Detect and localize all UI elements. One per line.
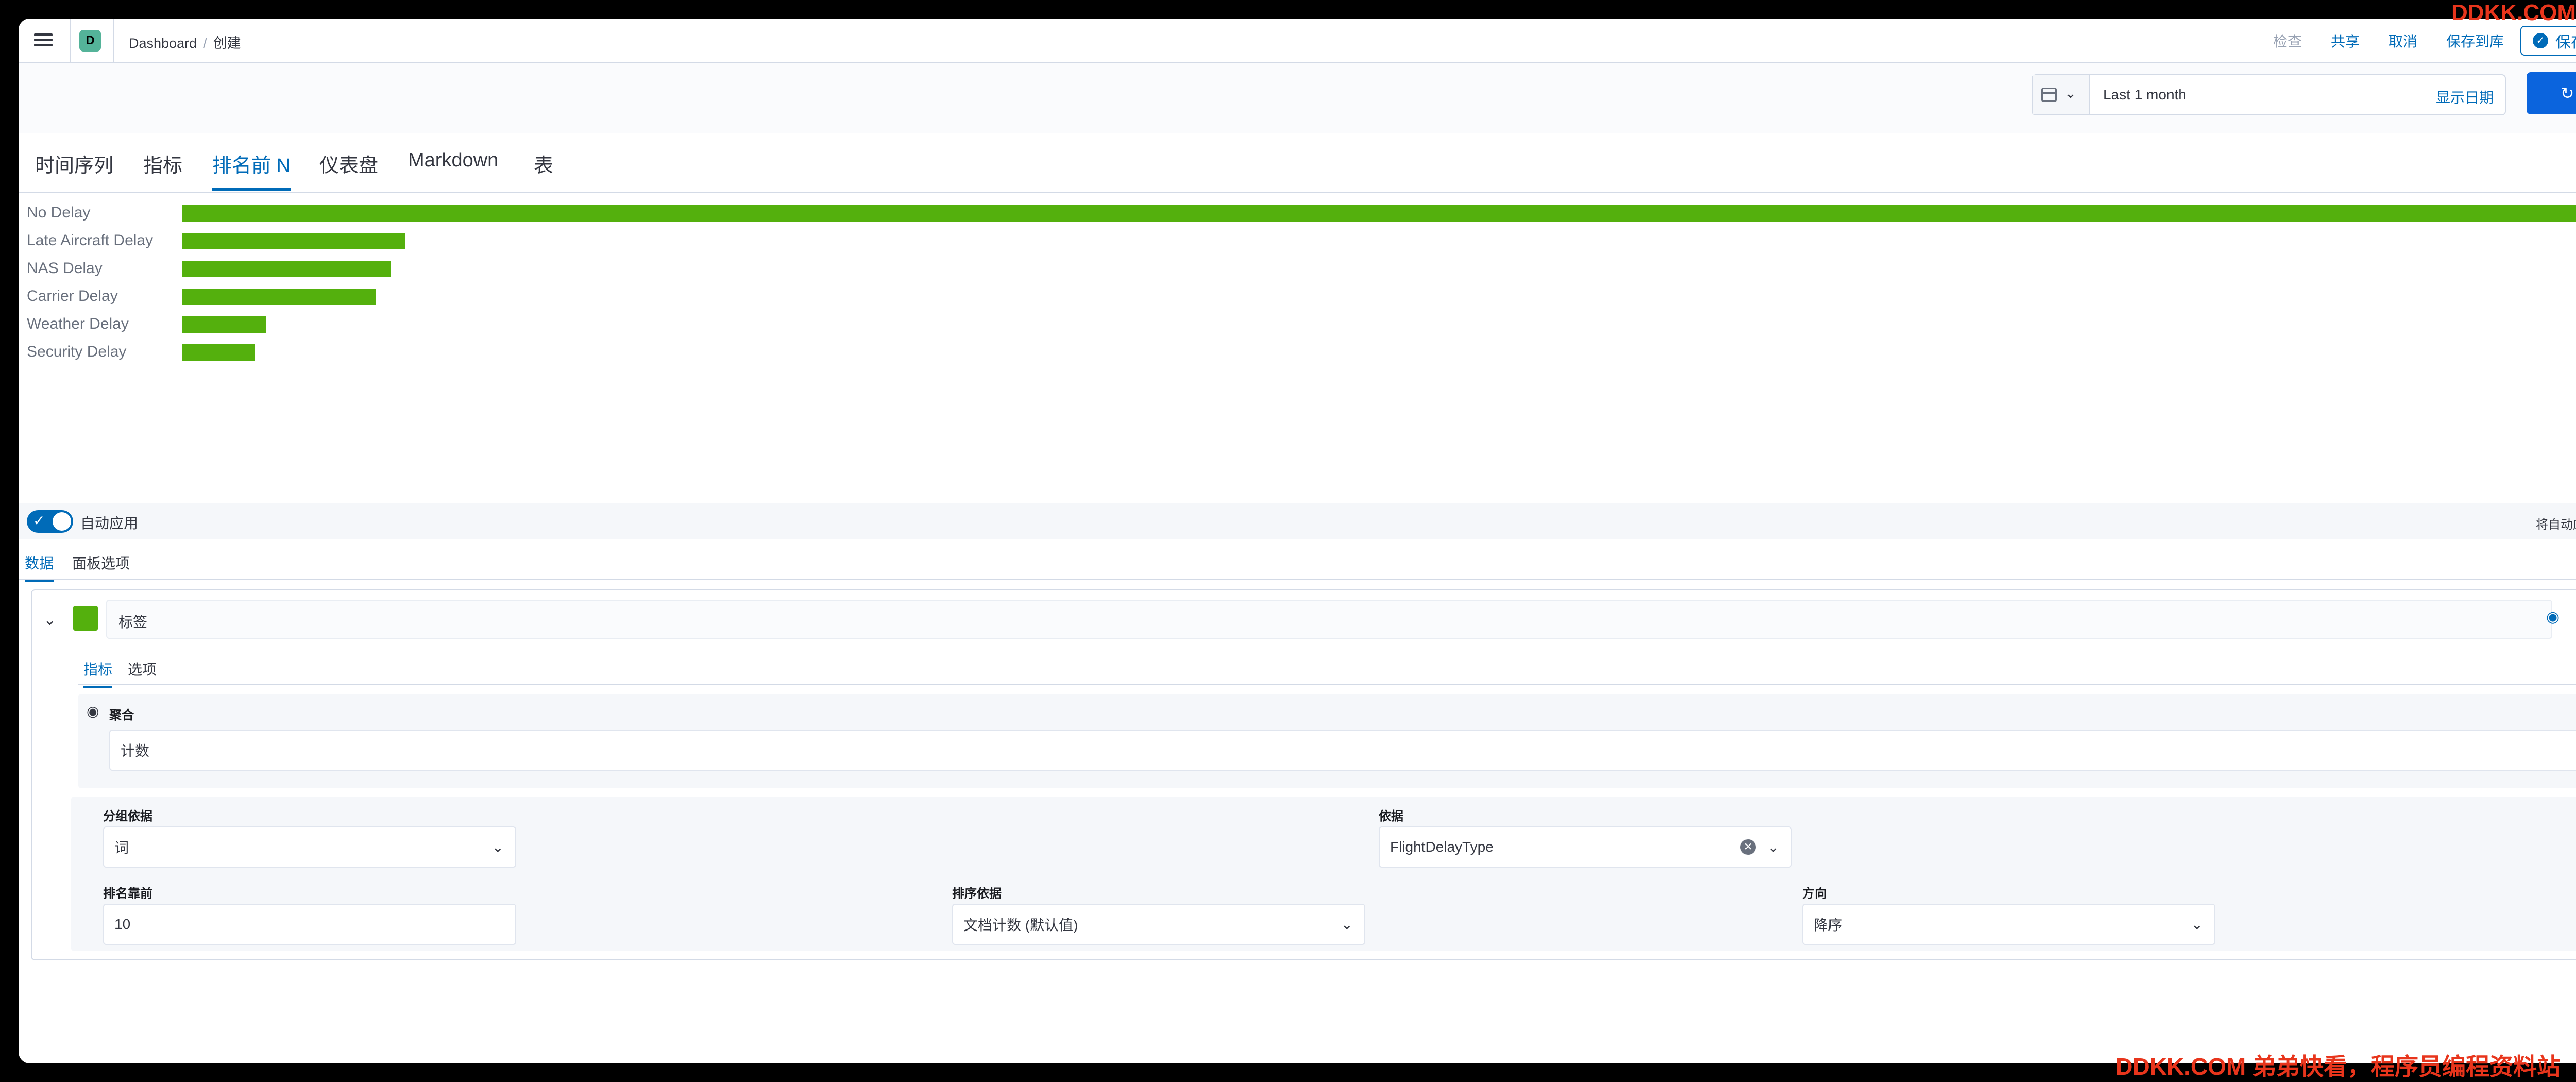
header-divider <box>70 19 71 63</box>
aggregation-select[interactable]: 计数 ⌄ <box>109 730 2576 771</box>
tab-markdown[interactable]: Markdown <box>408 149 498 182</box>
order-by-label: 排序依据 <box>952 887 1002 901</box>
bar-label: Late Aircraft Delay <box>27 232 154 249</box>
series-color-swatch[interactable] <box>73 606 98 631</box>
aggregation-label: 聚合 <box>109 708 134 722</box>
top-n-value: 10 <box>114 916 131 932</box>
aggregation-value: 计数 <box>121 743 150 759</box>
eye-icon[interactable]: ◉ <box>2543 608 2563 629</box>
direction-select[interactable]: 降序 ⌄ <box>1802 904 2215 945</box>
breadcrumb: Dashboard / 创建 <box>129 36 241 51</box>
check-icon: ✓ <box>2533 33 2548 48</box>
tab-metrics[interactable]: 指标 <box>83 658 113 688</box>
tab-top-n[interactable]: 排名前 N <box>212 149 291 191</box>
refresh-button[interactable]: ↻ 刷新 <box>2527 72 2576 114</box>
cancel-link[interactable]: 取消 <box>2388 30 2417 51</box>
chevron-down-icon: ⌄ <box>1341 916 1353 933</box>
time-range-value[interactable]: Last 1 month <box>2103 87 2187 103</box>
series-panel: ⌄ 标签 ◉ ❐ ⊕ 指标 选项 ◉ 聚合 ⊕ 计数 ⌄ 分组依据 词 ⌄ <box>31 589 2576 960</box>
header-divider <box>113 19 114 63</box>
top-header: D Dashboard/创建 检查 共享 取消 保存到库 ✓ 保存并返回 <box>19 19 2576 63</box>
by-label: 依据 <box>1379 809 1403 823</box>
direction-label: 方向 <box>1802 887 1827 901</box>
breadcrumb-current: 创建 <box>213 36 241 51</box>
bar[interactable] <box>182 233 405 249</box>
watermark-bottom: DDKK.COM 弟弟快看，程序员编程资料站 <box>2115 1053 2561 1080</box>
top-n-chart: No Delay2,552Late Aircraft Delay237NAS D… <box>19 194 2576 503</box>
calendar-icon <box>2041 88 2057 102</box>
header-actions: 检查 共享 取消 保存到库 ✓ 保存并返回 <box>2273 26 2576 56</box>
bar-label: No Delay <box>27 204 91 221</box>
by-field-select[interactable]: FlightDelayType ✕ ⌄ <box>1379 826 1792 868</box>
tab-panel-options[interactable]: 面板选项 <box>72 552 130 580</box>
chevron-down-icon[interactable]: ⌄ <box>43 611 56 629</box>
clear-icon[interactable]: ✕ <box>1740 839 1756 855</box>
chevron-down-icon: ⌄ <box>492 839 504 855</box>
top-n-label: 排名靠前 <box>103 887 152 901</box>
save-to-library-link[interactable]: 保存到库 <box>2446 30 2504 51</box>
date-picker[interactable]: ⌄ Last 1 month 显示日期 <box>2032 74 2506 115</box>
bar[interactable] <box>182 344 255 361</box>
menu-icon[interactable] <box>34 31 53 49</box>
inspect-link[interactable]: 检查 <box>2273 30 2302 51</box>
quick-menu-button[interactable]: ⌄ <box>2033 75 2090 114</box>
editor-tabs: 数据 面板选项 <box>19 539 2576 582</box>
save-and-return-label: 保存并返回 <box>2555 34 2576 51</box>
show-dates-link[interactable]: 显示日期 <box>2436 87 2494 107</box>
tab-options[interactable]: 选项 <box>128 658 157 686</box>
bar-label: Security Delay <box>27 343 127 360</box>
share-link[interactable]: 共享 <box>2331 30 2360 51</box>
by-field-value: FlightDelayType <box>1390 839 1494 855</box>
series-actions: ◉ ❐ ⊕ <box>2532 608 2576 629</box>
tab-table[interactable]: 表 <box>534 149 553 188</box>
auto-apply-toggle[interactable]: ✓ <box>27 510 73 533</box>
series-inner-tabs: 指标 选项 <box>78 648 2576 688</box>
chevron-down-icon: ⌄ <box>1767 839 1780 855</box>
bar[interactable] <box>182 261 392 277</box>
eye-icon[interactable]: ◉ <box>87 703 99 720</box>
auto-apply-note: 将自动应用更改。 <box>2536 518 2576 532</box>
order-by-value: 文档计数 (默认值) <box>963 917 1078 933</box>
chevron-down-icon: ⌄ <box>2065 86 2076 101</box>
tab-data[interactable]: 数据 <box>25 552 54 582</box>
bar[interactable] <box>182 205 2576 222</box>
group-by-box: 分组依据 词 ⌄ 依据 FlightDelayType ✕ ⌄ 排名靠前 10 … <box>71 797 2576 951</box>
series-label-input[interactable]: 标签 <box>106 600 2552 639</box>
order-by-select[interactable]: 文档计数 (默认值) ⌄ <box>952 904 1365 945</box>
group-by-select[interactable]: 词 ⌄ <box>103 826 516 868</box>
breadcrumb-dashboard[interactable]: Dashboard <box>129 36 197 51</box>
chevron-down-icon: ⌄ <box>2191 916 2203 933</box>
bar[interactable] <box>182 289 376 305</box>
aggregation-box: ◉ 聚合 ⊕ 计数 ⌄ <box>78 694 2576 788</box>
space-avatar[interactable]: D <box>79 30 101 52</box>
visualization-type-tabs: 时间序列 指标 排名前 N 仪表盘 Markdown 表 <box>19 133 2576 193</box>
bar-label: Weather Delay <box>27 315 129 332</box>
bar[interactable] <box>182 316 266 333</box>
auto-apply-label: 自动应用 <box>80 515 139 531</box>
tab-metric[interactable]: 指标 <box>143 149 182 188</box>
tab-gauge[interactable]: 仪表盘 <box>319 149 378 188</box>
save-and-return-button[interactable]: ✓ 保存并返回 <box>2520 26 2576 56</box>
bar-label: NAS Delay <box>27 260 103 277</box>
group-by-value: 词 <box>114 840 129 856</box>
group-by-label: 分组依据 <box>103 809 152 823</box>
check-icon: ✓ <box>33 513 45 529</box>
watermark-top: DDKK.COM <box>2451 0 2576 25</box>
refresh-icon: ↻ <box>2560 84 2574 103</box>
direction-value: 降序 <box>1814 917 1843 933</box>
tab-time-series[interactable]: 时间序列 <box>35 149 113 188</box>
app-window: D Dashboard/创建 检查 共享 取消 保存到库 ✓ 保存并返回 ⌄ L… <box>19 19 2576 1063</box>
auto-apply-bar: ✓ 自动应用 将自动应用更改。 <box>19 503 2576 539</box>
top-n-input[interactable]: 10 <box>103 904 516 945</box>
bar-label: Carrier Delay <box>27 288 118 305</box>
